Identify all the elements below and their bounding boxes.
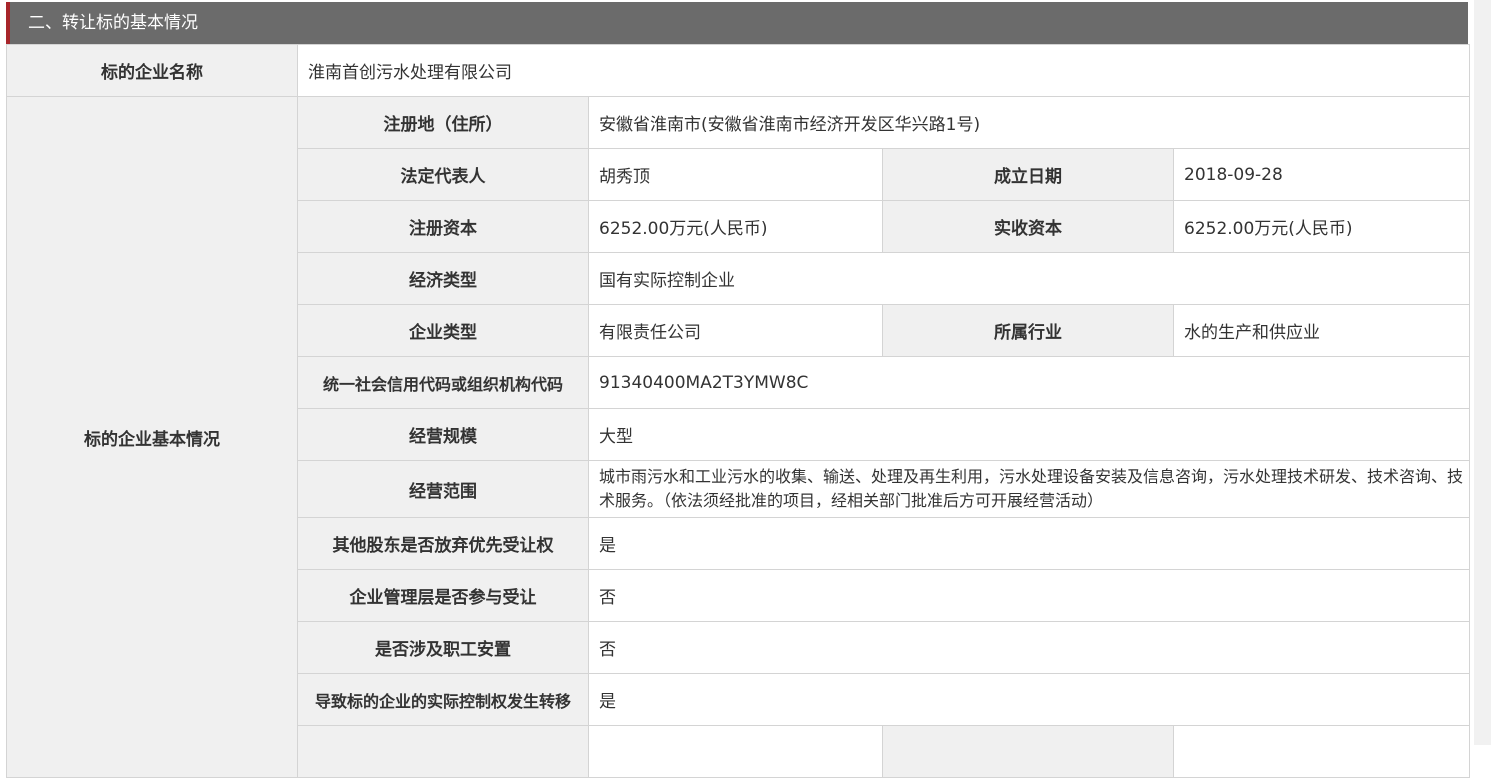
company-name-value: 淮南首创污水处理有限公司 [297, 44, 1470, 97]
industry-value: 水的生产和供应业 [1173, 304, 1470, 357]
registered-address-value: 安徽省淮南市(安徽省淮南市经济开发区华兴路1号) [588, 96, 1470, 149]
staff-placement-value: 否 [588, 621, 1470, 674]
legal-rep-label: 法定代表人 [297, 148, 589, 201]
business-scope-value: 城市雨污水和工业污水的收集、输送、处理及再生利用，污水处理设备安装及信息咨询，污… [588, 460, 1470, 518]
partial-label-cell-2 [882, 725, 1174, 778]
paid-in-capital-label: 实收资本 [882, 200, 1174, 253]
mgmt-participation-value: 否 [588, 569, 1470, 622]
target-info-table: 标的企业名称 淮南首创污水处理有限公司 标的企业基本情况 注册地（住所） 安徽省… [6, 44, 1470, 778]
section-title: 二、转让标的基本情况 [28, 13, 198, 33]
credit-code-label: 统一社会信用代码或组织机构代码 [297, 356, 589, 409]
row-company-name: 标的企业名称 淮南首创污水处理有限公司 [6, 44, 1470, 97]
credit-code-value: 91340400MA2T3YMW8C [588, 356, 1470, 409]
control-transfer-value: 是 [588, 673, 1470, 726]
control-transfer-label: 导致标的企业的实际控制权发生转移 [297, 673, 589, 726]
established-date-value: 2018-09-28 [1173, 148, 1470, 201]
scale-value: 大型 [588, 408, 1470, 461]
registered-capital-label: 注册资本 [297, 200, 589, 253]
row-registered-address: 标的企业基本情况 注册地（住所） 安徽省淮南市(安徽省淮南市经济开发区华兴路1号… [6, 96, 1470, 778]
staff-placement-label: 是否涉及职工安置 [297, 621, 589, 674]
section-header: 二、转让标的基本情况 [6, 2, 1468, 44]
partial-label-cell [297, 725, 589, 778]
registered-address-label: 注册地（住所） [297, 96, 589, 149]
economic-type-label: 经济类型 [297, 252, 589, 305]
company-name-label: 标的企业名称 [6, 44, 298, 97]
page-scrollbar[interactable] [1474, 0, 1491, 745]
legal-rep-value: 胡秀顶 [588, 148, 883, 201]
established-date-label: 成立日期 [882, 148, 1174, 201]
scale-label: 经营规模 [297, 408, 589, 461]
preemption-label: 其他股东是否放弃优先受让权 [297, 517, 589, 570]
paid-in-capital-value: 6252.00万元(人民币) [1173, 200, 1470, 253]
industry-label: 所属行业 [882, 304, 1174, 357]
partial-value-cell-2 [1173, 725, 1470, 778]
preemption-value: 是 [588, 517, 1470, 570]
enterprise-type-label: 企业类型 [297, 304, 589, 357]
mgmt-participation-label: 企业管理层是否参与受让 [297, 569, 589, 622]
partial-value-cell [588, 725, 883, 778]
registered-capital-value: 6252.00万元(人民币) [588, 200, 883, 253]
enterprise-type-value: 有限责任公司 [588, 304, 883, 357]
business-scope-label: 经营范围 [297, 460, 589, 518]
economic-type-value: 国有实际控制企业 [588, 252, 1470, 305]
basic-info-group-label: 标的企业基本情况 [6, 96, 298, 778]
